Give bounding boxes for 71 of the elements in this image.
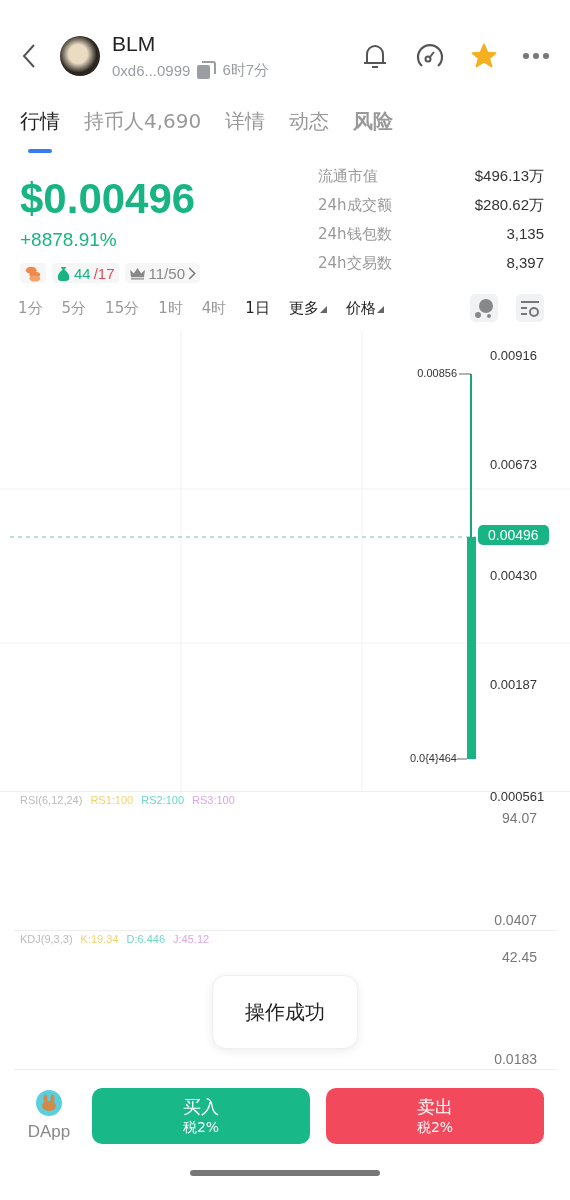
stat-value: $496.13万 — [474, 167, 544, 186]
stat-value: $280.62万 — [474, 196, 544, 215]
axis-label: 42.45 — [501, 949, 537, 965]
timeframe-tab[interactable]: 4时 — [201, 298, 227, 318]
indicator-value: K:19.34 — [80, 933, 119, 945]
sell-count: /17 — [93, 264, 115, 282]
tab[interactable]: 详情 — [225, 108, 266, 153]
axis-label: 0.000561 — [490, 789, 545, 804]
axis-label: 0.0407 — [494, 912, 537, 928]
sell-button[interactable]: 卖出 税2% — [326, 1088, 544, 1144]
bubbles-icon[interactable] — [470, 294, 498, 322]
back-icon[interactable] — [22, 43, 36, 69]
timeframe-tab[interactable]: 1时 — [158, 298, 183, 318]
timeframe-tab[interactable]: 15分 — [105, 298, 140, 318]
bunny-icon — [36, 1090, 62, 1116]
indicator-value: RS2:100 — [141, 794, 184, 806]
dropdown-button[interactable]: 更多 — [288, 298, 327, 318]
timeframe-tab[interactable]: 1日 — [245, 298, 270, 318]
high-price-label: 0.00856 — [417, 367, 457, 379]
low-price-label: 0.0{4}464 — [409, 752, 457, 764]
token-age: 6时7分 — [222, 60, 270, 80]
dapp-button[interactable]: DApp — [22, 1090, 76, 1142]
leader-line — [456, 758, 468, 760]
token-avatar — [60, 36, 100, 76]
dropdown-button[interactable]: 价格 — [345, 298, 384, 318]
buy-button[interactable]: 买入 税2% — [92, 1088, 310, 1144]
axis-label: 0.0183 — [494, 1051, 537, 1067]
tab[interactable]: 动态 — [289, 108, 330, 153]
leader-line — [458, 373, 472, 375]
indicator-value: J:45.12 — [173, 933, 210, 945]
stat-value: 3,135 — [506, 225, 544, 244]
axis-label: 94.07 — [501, 810, 537, 826]
stat-label: 24h钱包数 — [318, 225, 392, 244]
timeframe-tab[interactable]: 5分 — [61, 298, 87, 318]
stat-value: 8,397 — [506, 254, 544, 273]
axis-label: 0.00673 — [490, 457, 537, 472]
indicator-settings-icon[interactable] — [516, 294, 544, 322]
axis-label: 0.00187 — [490, 677, 537, 692]
dropdown-arrow-icon — [376, 305, 384, 313]
chevron-icon — [188, 266, 196, 280]
axis-label: 0.00916 — [490, 348, 537, 363]
token-price: $0.00496 — [20, 175, 197, 223]
timeframe-tab[interactable]: 1分 — [18, 298, 43, 318]
indicator-name: RSI(6,12,24) — [20, 794, 83, 806]
tab[interactable]: 风险 — [353, 108, 394, 153]
coins-badge[interactable] — [20, 263, 46, 283]
buy-count: 44 — [74, 264, 91, 282]
dropdown-arrow-icon — [319, 305, 327, 313]
price-change: +8878.91% — [20, 229, 118, 251]
copy-icon[interactable] — [196, 60, 217, 80]
star-icon[interactable] — [470, 42, 498, 70]
indicator-value: RS1:100 — [90, 794, 134, 806]
money-bag-icon — [56, 264, 71, 282]
coins-icon — [24, 264, 42, 282]
indicator-value: RS3:100 — [192, 794, 235, 806]
stat-label: 流通市值 — [318, 167, 378, 186]
current-price-tag: 0.00496 — [478, 525, 549, 545]
indicator-value: D:6.446 — [126, 933, 166, 945]
more-icon[interactable] — [522, 52, 550, 60]
trades-badge[interactable]: 44 /17 — [52, 263, 119, 283]
token-symbol: BLM — [112, 32, 157, 56]
holders-badge[interactable]: 11/50 — [124, 263, 200, 283]
token-address: 0xd6...0999 — [112, 61, 191, 79]
crown-icon — [128, 266, 146, 280]
axis-label: 0.00430 — [490, 568, 537, 583]
stat-label: 24h交易数 — [318, 254, 392, 273]
indicator-name: KDJ(9,3,3) — [20, 933, 73, 945]
tab[interactable]: 持币人4,690 — [84, 108, 202, 153]
tab[interactable]: 行情 — [20, 108, 60, 153]
stat-label: 24h成交额 — [318, 196, 392, 215]
toast-message: 操作成功 — [212, 975, 358, 1049]
